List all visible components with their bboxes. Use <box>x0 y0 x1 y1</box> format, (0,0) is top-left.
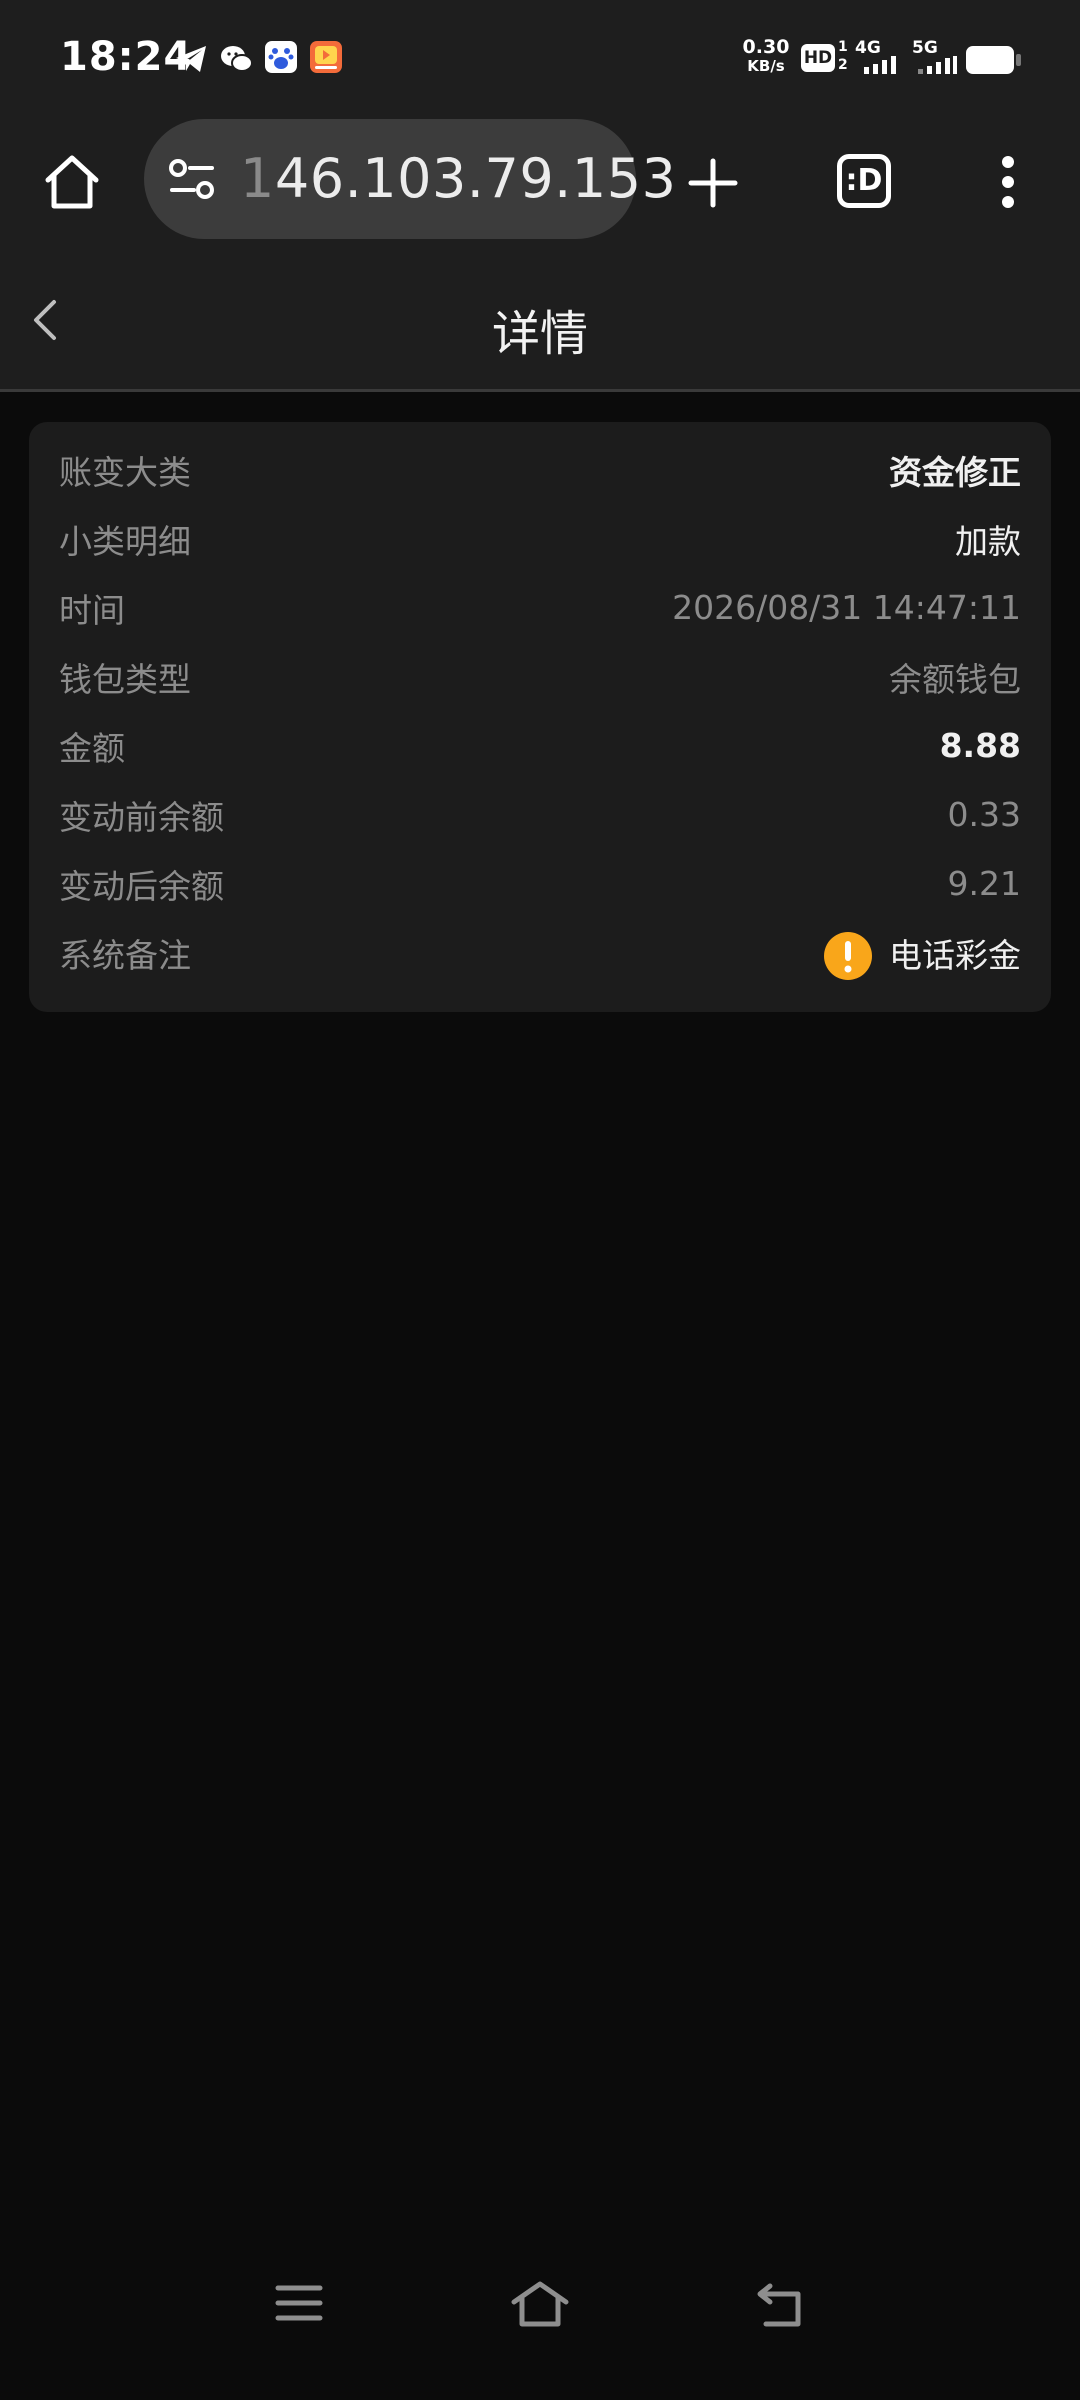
hd-badge: HD <box>801 44 835 72</box>
row-label: 变动后余额 <box>59 866 224 906</box>
row-label: 系统备注 <box>59 935 191 975</box>
detail-row-balance-after: 变动后余额 9.21 <box>59 849 1021 918</box>
sim2-network-label: 5G <box>912 38 938 58</box>
more-menu-icon[interactable] <box>994 154 1022 210</box>
detail-card: 账变大类 资金修正 小类明细 加款 时间 2026/08/31 14:47:11… <box>29 422 1051 1012</box>
wechat-icon <box>221 46 253 72</box>
back-nav-icon[interactable] <box>754 2280 808 2330</box>
video-app-icon <box>310 41 342 73</box>
browser-toolbar: 146.103.79.153 :D <box>0 118 1080 250</box>
detail-row-amount: 金额 8.88 <box>59 711 1021 780</box>
row-value: 电话彩金 <box>889 935 1021 975</box>
row-value: 8.88 <box>939 726 1021 765</box>
row-label: 小类明细 <box>59 521 191 561</box>
row-label: 钱包类型 <box>59 659 191 699</box>
recent-apps-icon[interactable] <box>274 2280 324 2326</box>
telegram-icon <box>176 46 206 72</box>
row-label: 时间 <box>59 590 125 630</box>
sim1-network-label: 4G <box>855 38 881 58</box>
sim-indicator: 12 <box>838 39 848 73</box>
row-label: 金额 <box>59 728 125 768</box>
address-bar[interactable]: 146.103.79.153 <box>144 119 676 239</box>
row-value: 余额钱包 <box>889 659 1021 699</box>
network-speed: 0.30 KB/s <box>742 36 790 76</box>
signal-icon <box>864 56 896 74</box>
row-value: 加款 <box>955 521 1021 561</box>
new-tab-icon[interactable] <box>685 155 741 211</box>
status-bar: 18:24 0.30 KB/s HD 12 4G 5G <box>0 0 1080 118</box>
home-icon[interactable] <box>40 150 104 214</box>
detail-row-balance-before: 变动前余额 0.33 <box>59 780 1021 849</box>
page-header: 详情 <box>0 250 1080 392</box>
home-nav-icon[interactable] <box>510 2280 570 2330</box>
row-value: 资金修正 <box>889 452 1021 492</box>
row-label: 变动前余额 <box>59 797 224 837</box>
row-value: 2026/08/31 14:47:11 <box>672 588 1021 627</box>
battery-icon <box>966 46 1021 74</box>
row-value: 9.21 <box>947 864 1021 903</box>
warning-icon <box>824 931 872 980</box>
url-text[interactable]: 146.103.79.153 <box>240 147 676 210</box>
row-value: 0.33 <box>947 795 1021 834</box>
baidu-icon <box>265 41 297 73</box>
detail-row-subcategory: 小类明细 加款 <box>59 504 1021 573</box>
detail-row-wallet-type: 钱包类型 余额钱包 <box>59 642 1021 711</box>
detail-row-time: 时间 2026/08/31 14:47:11 <box>59 573 1021 642</box>
tab-switcher-icon[interactable]: :D <box>837 154 891 208</box>
system-nav-bar <box>0 2270 1080 2400</box>
signal-icon <box>918 56 957 74</box>
detail-row-system-note: 系统备注 电话彩金 <box>59 918 1021 987</box>
status-time: 18:24 <box>60 34 193 80</box>
system-note: 电话彩金 <box>823 925 1021 981</box>
page-title: 详情 <box>491 306 588 362</box>
site-settings-icon[interactable] <box>168 158 216 200</box>
row-label: 账变大类 <box>59 452 191 492</box>
detail-row-category: 账变大类 资金修正 <box>59 435 1021 504</box>
